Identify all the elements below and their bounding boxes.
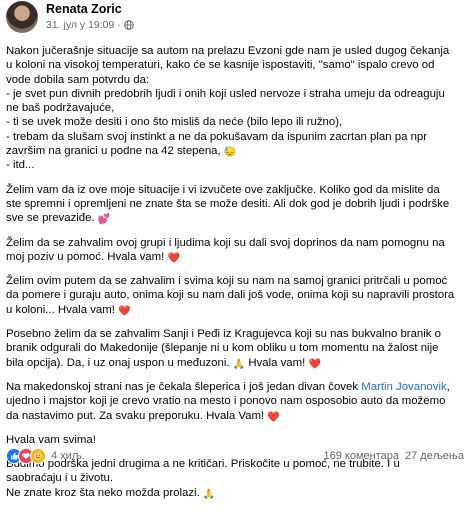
post-body: Nakon jučerašnje situacije sa autom na p… bbox=[6, 44, 458, 510]
meta-separator: · bbox=[117, 19, 121, 31]
pray-emoji: 🙏 bbox=[232, 358, 246, 370]
shares-count[interactable]: 27 дељења bbox=[405, 450, 464, 462]
timestamp[interactable]: 31. јул у 19:09 bbox=[46, 19, 114, 31]
globe-icon bbox=[124, 20, 134, 30]
engagement-counts: 169 коментара 27 дељења bbox=[324, 450, 464, 462]
paragraph-group-thanks: Želim da se zahvalim ovoj grupi i ljudim… bbox=[6, 236, 458, 265]
paragraph-intro-tail: - itd... bbox=[6, 159, 35, 172]
heart-emoji: 💕 bbox=[97, 214, 111, 226]
paragraph-intro-text: Nakon jučerašnje situacije sa autom na p… bbox=[6, 45, 450, 158]
heart-emoji: ❤️ bbox=[308, 358, 321, 370]
paragraph-wish-text: Želim vam da iz ove moje situacije i vi … bbox=[6, 183, 450, 225]
avatar[interactable] bbox=[6, 1, 38, 33]
heart-emoji: ❤️ bbox=[167, 252, 180, 264]
paragraph-macedonia: Na makedonskoj strani nas je čekala šlep… bbox=[6, 380, 458, 423]
paragraph-macedonia-text-a: Na makedonskoj strani nas je čekala šlep… bbox=[6, 380, 362, 393]
sweat-emoji: 😓 bbox=[223, 147, 237, 159]
paragraph-special-thanks: Posebno želim da se zahvalim Sanji i Peđ… bbox=[6, 327, 458, 370]
paragraph-wish: Želim vam da iz ove moje situacije i vi … bbox=[6, 183, 458, 226]
post-footer: 4 хиљ. 169 коментара 27 дељења bbox=[0, 444, 468, 467]
author-name[interactable]: Renata Zoric bbox=[46, 2, 122, 16]
heart-emoji: ❤️ bbox=[267, 411, 280, 423]
post-meta: 31. јул у 19:09 · bbox=[46, 19, 134, 31]
care-reaction-icon bbox=[30, 448, 46, 464]
pray-emoji: 🙏 bbox=[202, 488, 216, 500]
heart-emoji: ❤️ bbox=[118, 305, 131, 317]
mention-link[interactable]: Martin Jovanovik bbox=[361, 381, 446, 393]
paragraph-border-thanks: Želim ovim putem da se zahvalim i svima … bbox=[6, 274, 458, 317]
paragraph-special-thanks-text: Posebno želim da se zahvalim Sanji i Peđ… bbox=[6, 328, 441, 369]
facebook-post: Renata Zoric 31. јул у 19:09 · Nakon juč… bbox=[0, 0, 468, 499]
post-header: Renata Zoric 31. јул у 19:09 · bbox=[0, 0, 468, 40]
reactions-summary[interactable]: 4 хиљ. bbox=[6, 448, 85, 464]
paragraph-border-thanks-text: Želim ovim putem da se zahvalim i svima … bbox=[6, 275, 455, 316]
paragraph-special-thanks-tail: Hvala vam! bbox=[248, 356, 306, 369]
paragraph-group-thanks-text: Želim da se zahvalim ovoj grupi i ljudim… bbox=[6, 236, 445, 263]
reaction-count: 4 хиљ. bbox=[51, 450, 85, 462]
comments-count[interactable]: 169 коментара bbox=[324, 450, 400, 462]
paragraph-intro: Nakon jučerašnje situacije sa autom na p… bbox=[6, 44, 458, 173]
